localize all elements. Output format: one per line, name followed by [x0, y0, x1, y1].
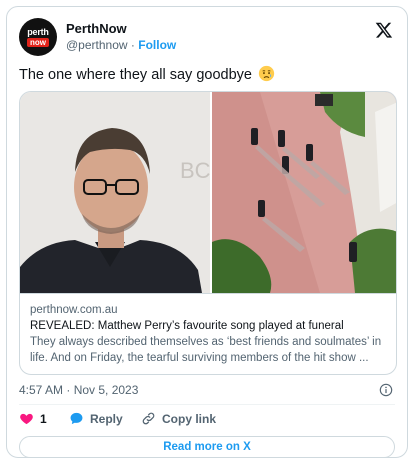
link-domain: perthnow.com.au [30, 304, 118, 316]
handle-row: @perthnow · Follow [66, 38, 176, 52]
avatar-text-bottom: now [27, 37, 49, 47]
link-preview-card[interactable]: BC perthnow.com.au REVEALED: Matthew Per… [19, 91, 397, 375]
like-button[interactable]: 1 [19, 411, 47, 426]
tweet-text-body: The one where they all say goodbye [19, 67, 252, 83]
heart-icon [20, 413, 33, 425]
tweet-text: The one where they all say goodbye [19, 65, 275, 83]
copy-link-button[interactable]: Copy link [141, 411, 216, 426]
info-icon[interactable] [379, 383, 393, 397]
svg-text:BC: BC [180, 158, 211, 183]
account-handle[interactable]: @perthnow [66, 38, 128, 52]
link-icon [142, 412, 155, 425]
link-headline: REVEALED: Matthew Perry’s favourite song… [30, 320, 344, 332]
reply-label: Reply [90, 411, 123, 426]
account-name[interactable]: PerthNow [66, 21, 127, 36]
follow-button[interactable]: Follow [138, 38, 176, 52]
link-description: They always described themselves as ‘bes… [30, 336, 382, 364]
link-preview-meta: perthnow.com.au REVEALED: Matthew Perry’… [20, 293, 396, 374]
tweet-timestamp[interactable]: 4:57 AM · Nov 5, 2023 [19, 383, 138, 397]
reply-button[interactable]: Reply [69, 411, 123, 426]
avatar-text-top: perth [27, 26, 49, 37]
read-more-button[interactable]: Read more on X [19, 436, 395, 458]
article-image[interactable]: BC [20, 92, 397, 293]
copy-link-label: Copy link [162, 411, 217, 426]
crying-face-emoji-icon [258, 65, 275, 82]
like-count: 1 [40, 411, 47, 426]
reply-bubble-icon [70, 412, 83, 425]
tweet-header: perth now PerthNow @perthnow · Follow [19, 17, 395, 57]
timestamp-row: 4:57 AM · Nov 5, 2023 [19, 383, 395, 399]
avatar[interactable]: perth now [19, 18, 57, 56]
tweet-card: perth now PerthNow @perthnow · Follow Th… [6, 6, 408, 458]
x-logo-icon[interactable] [375, 21, 393, 39]
separator-dot: · [130, 38, 135, 52]
divider [19, 404, 395, 405]
action-bar: 1 Reply Copy link [19, 411, 395, 429]
